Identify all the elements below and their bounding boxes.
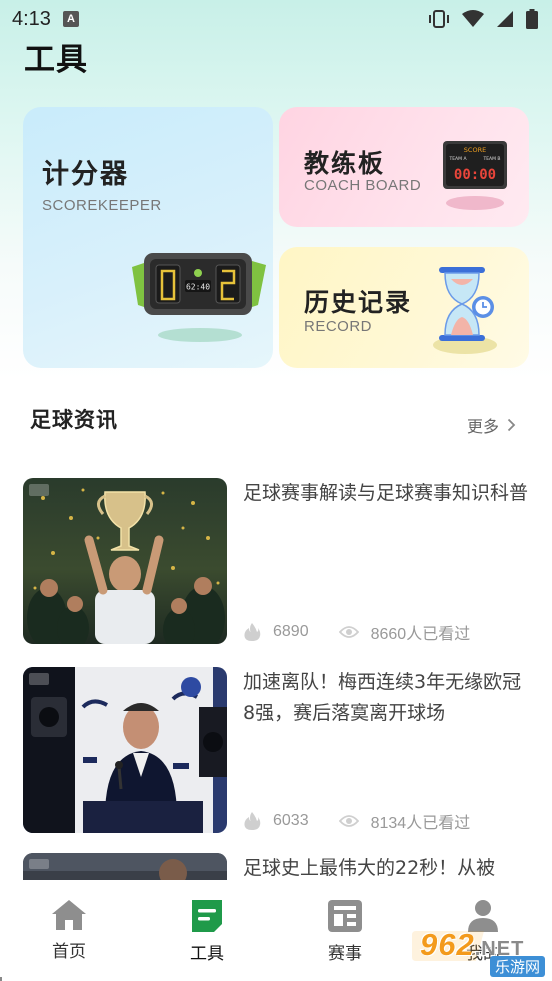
signal-icon xyxy=(497,11,513,27)
edge-marker xyxy=(0,977,2,981)
coach-board-display: 00:00 xyxy=(454,167,496,183)
scoreboard-icon: 62:40 xyxy=(132,253,266,342)
eye-icon xyxy=(338,626,359,638)
coach-board-card[interactable]: 教练板 COACH BOARD SCORE TEAM A TEAM B 00:0… xyxy=(279,107,529,227)
scorekeeper-card[interactable]: 计分器 SCOREKEEPER 62:40 xyxy=(23,107,273,368)
coach-board-subtitle: COACH BOARD xyxy=(304,177,422,194)
page-title: 工具 xyxy=(24,42,88,78)
scoreboard-display: 62:40 xyxy=(186,283,210,292)
nav-matches-label: 赛事 xyxy=(328,944,362,964)
status-bar: 4:13 A xyxy=(0,0,552,38)
news-item[interactable]: 足球赛事解读与足球赛事知识科普 6890 8660人已看过 xyxy=(23,478,529,644)
news-item[interactable]: 加速离队！梅西连续3年无缘欧冠8强，赛后落寞离开球场 6033 8134人已看过 xyxy=(23,667,529,833)
scorekeeper-subtitle: SCOREKEEPER xyxy=(42,197,162,214)
nav-tools[interactable]: 工具 xyxy=(162,898,252,964)
wifi-icon xyxy=(462,10,484,27)
tools-icon xyxy=(192,900,222,932)
watermark-subtitle: 乐游网 xyxy=(490,956,546,977)
nav-matches[interactable]: 赛事 xyxy=(300,898,390,964)
news-item[interactable]: 足球史上最伟大的22秒！从被 xyxy=(23,853,529,880)
eye-icon xyxy=(338,815,359,827)
nav-tools-label: 工具 xyxy=(190,944,224,964)
news-thumbnail-trophy xyxy=(23,478,227,644)
news-title: 加速离队！梅西连续3年无缘欧冠8强，赛后落寞离开球场 xyxy=(243,671,522,724)
home-icon xyxy=(52,900,86,930)
view-count: 8134人已看过 xyxy=(370,815,471,832)
more-label: 更多 xyxy=(467,419,500,436)
news-stats: 6033 8134人已看过 xyxy=(243,809,470,833)
vibrate-icon xyxy=(429,10,449,28)
fire-icon xyxy=(244,812,261,830)
record-title: 历史记录 xyxy=(304,288,413,317)
record-subtitle: RECORD xyxy=(304,318,373,335)
hourglass-icon xyxy=(433,267,497,354)
coach-board-title: 教练板 xyxy=(304,149,386,178)
hot-count: 6033 xyxy=(273,812,309,829)
fire-icon xyxy=(244,623,261,641)
news-title: 足球史上最伟大的22秒！从被 xyxy=(243,857,496,879)
news-section-title: 足球资讯 xyxy=(30,408,118,432)
site-watermark-logo: 962.NET 乐游网 xyxy=(412,925,548,977)
view-count: 8660人已看过 xyxy=(370,626,471,643)
news-stats: 6890 8660人已看过 xyxy=(243,620,470,644)
news-more-link[interactable]: 更多 xyxy=(467,413,516,437)
news-thumbnail-press-conference xyxy=(23,667,227,833)
news-list-clip: 足球史上最伟大的22秒！从被 xyxy=(0,853,552,880)
battery-icon xyxy=(526,9,538,29)
nav-home-label: 首页 xyxy=(52,942,86,962)
news-title: 足球赛事解读与足球赛事知识科普 xyxy=(243,482,529,504)
news-thumbnail-partial xyxy=(23,853,227,880)
hot-count: 6890 xyxy=(273,623,309,640)
status-icons xyxy=(428,9,538,29)
chevron-right-icon xyxy=(507,418,516,432)
scorekeeper-title: 计分器 xyxy=(42,159,129,190)
coach-board-icon: SCORE TEAM A TEAM B 00:00 xyxy=(443,141,507,210)
record-card[interactable]: 历史记录 RECORD xyxy=(279,247,529,368)
matches-icon xyxy=(328,900,362,932)
notification-app-icon: A xyxy=(62,11,79,27)
status-time: 4:13 xyxy=(12,7,51,30)
nav-home[interactable]: 首页 xyxy=(24,898,114,962)
coach-board-team-b: TEAM B xyxy=(482,156,500,162)
coach-board-team-a: TEAM A xyxy=(448,156,467,162)
coach-board-header: SCORE xyxy=(464,146,486,154)
